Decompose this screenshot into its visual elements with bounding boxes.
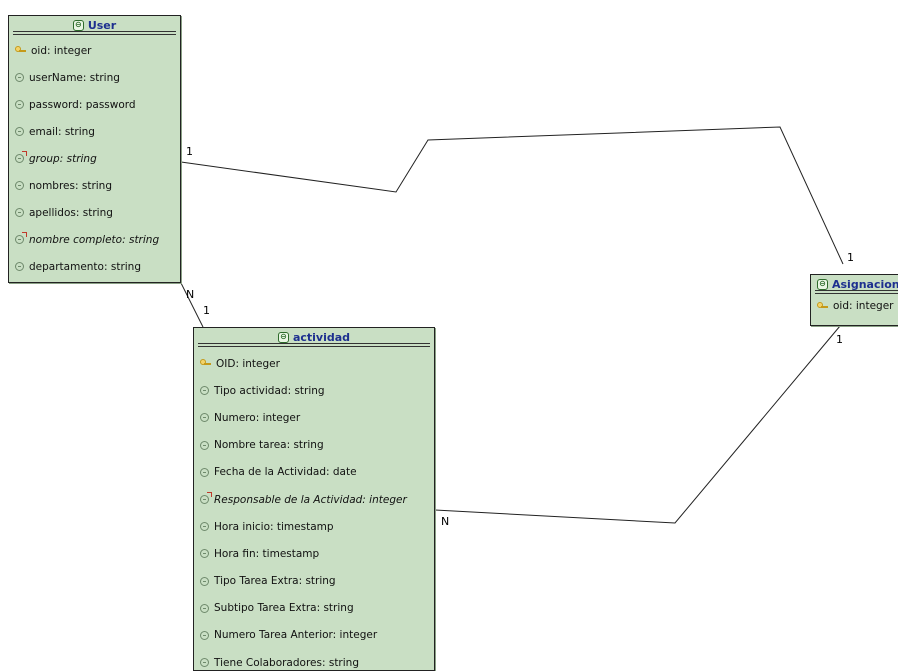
attribute-label: Tipo actividad: string xyxy=(214,384,325,397)
attribute-row[interactable]: group: string xyxy=(9,145,180,172)
attribute-list: OID: integer Tipo actividad: string Numero… xyxy=(194,347,434,670)
attribute-icon xyxy=(15,100,24,109)
attribute-icon xyxy=(15,208,24,217)
class-icon: ⊖ xyxy=(72,19,84,31)
derived-attribute-icon xyxy=(15,151,27,163)
attribute-icon xyxy=(200,658,209,668)
entity-actividad[interactable]: ⊖ actividad OID: integer Tipo actividad: … xyxy=(193,327,435,671)
derived-attribute-icon xyxy=(15,232,27,244)
attribute-row[interactable]: Tiene Colaboradores: string xyxy=(194,649,434,670)
entity-asignacion[interactable]: ⊖ Asignacion oid: integer xyxy=(810,274,898,326)
attribute-row[interactable]: userName: string xyxy=(9,64,180,91)
attribute-label: OID: integer xyxy=(216,357,280,370)
attribute-icon xyxy=(200,386,209,396)
attribute-row[interactable]: Responsable de la Actividad: integer xyxy=(194,486,434,513)
attribute-icon xyxy=(200,522,209,532)
attribute-label: Tipo Tarea Extra: string xyxy=(214,575,336,588)
attribute-icon xyxy=(200,549,209,559)
attribute-label: group: string xyxy=(29,152,97,165)
entity-header: ⊖ actividad xyxy=(198,328,430,347)
attribute-label: Numero Tarea Anterior: integer xyxy=(214,629,378,642)
multiplicity-label: 1 xyxy=(203,304,210,317)
attribute-row[interactable]: email: string xyxy=(9,118,180,145)
attribute-row[interactable]: Hora inicio: timestamp xyxy=(194,513,434,540)
attribute-label: apellidos: string xyxy=(29,206,113,219)
entity-user[interactable]: ⊖ User oid: integer userName: string passw… xyxy=(8,15,181,283)
attribute-icon xyxy=(15,127,24,136)
relationship-actividad-asignacion[interactable] xyxy=(434,325,841,524)
attribute-list: oid: integer userName: string password: pa… xyxy=(9,35,180,280)
multiplicity-label: 1 xyxy=(847,251,854,264)
attribute-row[interactable]: departamento: string xyxy=(9,253,180,280)
attribute-label: email: string xyxy=(29,125,95,138)
attribute-label: nombres: string xyxy=(29,179,113,192)
entity-title: Asignacion xyxy=(832,277,898,291)
attribute-icon xyxy=(15,73,24,82)
diagram-canvas: 1 1 N 1 N 1 ⊖ User oid: integer userName:… xyxy=(0,0,898,671)
attribute-row[interactable]: Fecha de la Actividad: date xyxy=(194,459,434,486)
attribute-label: Nombre tarea: string xyxy=(214,439,324,452)
multiplicity-label: 1 xyxy=(186,145,193,158)
attribute-row[interactable]: Subtipo Tarea Extra: string xyxy=(194,595,434,622)
relationship-user-asignacion[interactable] xyxy=(180,126,844,265)
entity-header: ⊖ User xyxy=(13,16,176,35)
multiplicity-label: N xyxy=(186,288,195,301)
attribute-icon xyxy=(200,413,209,423)
attribute-row[interactable]: password: password xyxy=(9,91,180,118)
attribute-row[interactable]: Tipo actividad: string xyxy=(194,377,434,404)
attribute-row[interactable]: OID: integer xyxy=(194,350,434,377)
multiplicity-label: 1 xyxy=(836,333,843,346)
class-icon: ⊖ xyxy=(277,331,289,343)
attribute-label: Hora inicio: timestamp xyxy=(214,520,334,533)
attribute-label: Tiene Colaboradores: string xyxy=(214,656,359,669)
attribute-label: Subtipo Tarea Extra: string xyxy=(214,602,354,615)
attribute-icon xyxy=(15,262,24,271)
attribute-icon xyxy=(200,603,209,613)
attribute-label: Hora fin: timestamp xyxy=(214,547,320,560)
attribute-row[interactable]: oid: integer xyxy=(9,37,180,64)
derived-attribute-icon xyxy=(200,492,212,505)
attribute-label: Responsable de la Actividad: integer xyxy=(214,493,407,506)
attribute-icon xyxy=(200,576,209,586)
attribute-label: oid: integer xyxy=(31,44,92,57)
attribute-row[interactable]: Numero Tarea Anterior: integer xyxy=(194,622,434,649)
entity-title: actividad xyxy=(292,330,351,344)
attribute-row[interactable]: oid: integer xyxy=(811,294,898,318)
attribute-row[interactable]: nombre completo: string xyxy=(9,226,180,253)
entity-title: User xyxy=(87,18,117,32)
attribute-label: userName: string xyxy=(29,71,120,84)
attribute-label: nombre completo: string xyxy=(29,233,160,246)
attribute-row[interactable]: Nombre tarea: string xyxy=(194,432,434,459)
attribute-icon xyxy=(15,181,24,190)
attribute-row[interactable]: Numero: integer xyxy=(194,404,434,431)
attribute-label: oid: integer xyxy=(833,300,894,312)
attribute-row[interactable]: nombres: string xyxy=(9,172,180,199)
attribute-label: Numero: integer xyxy=(214,411,301,424)
attribute-list: oid: integer xyxy=(811,294,898,318)
attribute-label: Fecha de la Actividad: date xyxy=(214,466,357,479)
attribute-icon xyxy=(200,440,209,450)
entity-header: ⊖ Asignacion xyxy=(815,275,898,294)
attribute-icon xyxy=(200,467,209,477)
attribute-label: password: password xyxy=(29,98,136,111)
class-icon: ⊖ xyxy=(817,278,828,290)
attribute-row[interactable]: Tipo Tarea Extra: string xyxy=(194,568,434,595)
attribute-row[interactable]: Hora fin: timestamp xyxy=(194,540,434,567)
attribute-row[interactable]: apellidos: string xyxy=(9,199,180,226)
key-icon xyxy=(200,359,211,368)
key-icon xyxy=(817,301,828,311)
attribute-icon xyxy=(200,630,209,640)
attribute-label: departamento: string xyxy=(29,260,141,273)
multiplicity-label: N xyxy=(441,515,450,528)
key-icon xyxy=(15,46,26,55)
